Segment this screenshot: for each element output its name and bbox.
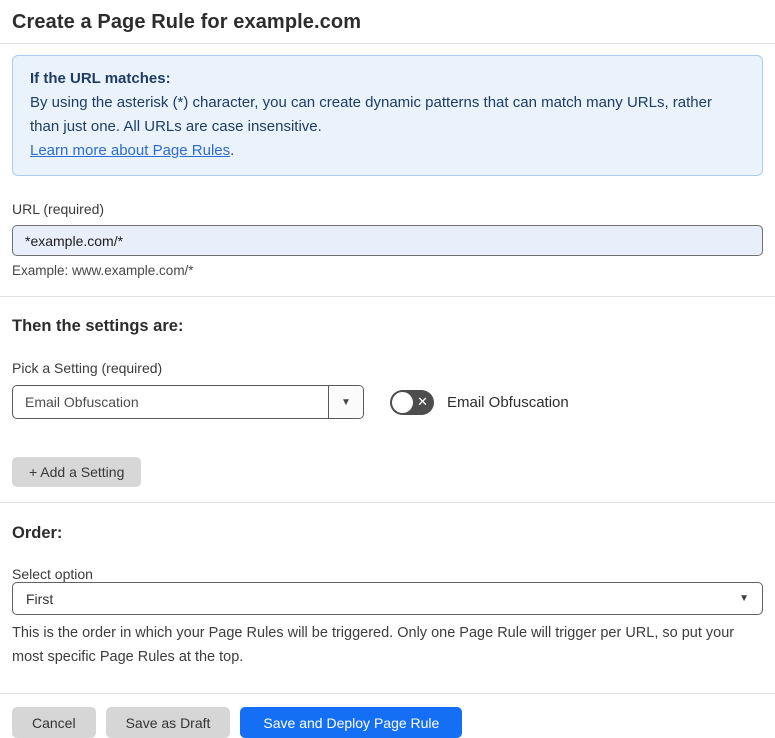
pick-setting-label: Pick a Setting (required) (12, 360, 163, 376)
section-divider (0, 296, 775, 297)
page-title: Create a Page Rule for example.com (12, 11, 362, 33)
order-section-heading: Order: (12, 524, 63, 542)
order-select-value: First (26, 590, 54, 607)
link-period: . (230, 142, 235, 159)
toggle-off-x-icon: ✕ (417, 394, 428, 410)
info-box-link-row: Learn more about Page Rules. (30, 139, 745, 163)
toggle-knob (392, 391, 413, 413)
url-match-info-box: If the URL matches: By using the asteris… (12, 55, 763, 176)
setting-row: Email Obfuscation ▼ ✕ Email Obfuscation (12, 385, 763, 419)
cancel-button[interactable]: Cancel (12, 707, 96, 738)
info-box-heading: If the URL matches: (30, 70, 171, 87)
setting-select[interactable]: Email Obfuscation ▼ (12, 385, 364, 419)
order-select-label: Select option (12, 566, 93, 582)
save-as-draft-button[interactable]: Save as Draft (105, 707, 231, 738)
setting-select-value: Email Obfuscation (25, 394, 139, 410)
order-select[interactable]: First ▼ (12, 582, 763, 615)
chevron-down-icon[interactable]: ▼ (328, 386, 363, 418)
url-field-label: URL (required) (12, 201, 105, 217)
title-divider (0, 43, 775, 44)
add-setting-button[interactable]: + Add a Setting (12, 457, 142, 487)
order-divider (0, 502, 775, 503)
email-obfuscation-toggle-wrap: ✕ Email Obfuscation (390, 389, 569, 415)
order-help-text: This is the order in which your Page Rul… (12, 625, 735, 665)
footer-divider (0, 693, 775, 694)
email-obfuscation-toggle[interactable]: ✕ (390, 389, 434, 415)
url-input[interactable] (12, 225, 763, 256)
footer-actions: Cancel Save as Draft Save and Deploy Pag… (12, 707, 763, 738)
info-box-body-text: By using the asterisk (*) character, you… (30, 94, 712, 135)
url-example-hint: Example: www.example.com/* (12, 263, 194, 278)
chevron-down-icon: ▼ (739, 593, 749, 604)
save-and-deploy-button[interactable]: Save and Deploy Page Rule (240, 707, 463, 738)
learn-more-link[interactable]: Learn more about Page Rules (30, 142, 230, 159)
settings-section-heading: Then the settings are: (12, 317, 184, 335)
toggle-label: Email Obfuscation (447, 393, 569, 411)
info-box-body: By using the asterisk (*) character, you… (30, 91, 745, 139)
